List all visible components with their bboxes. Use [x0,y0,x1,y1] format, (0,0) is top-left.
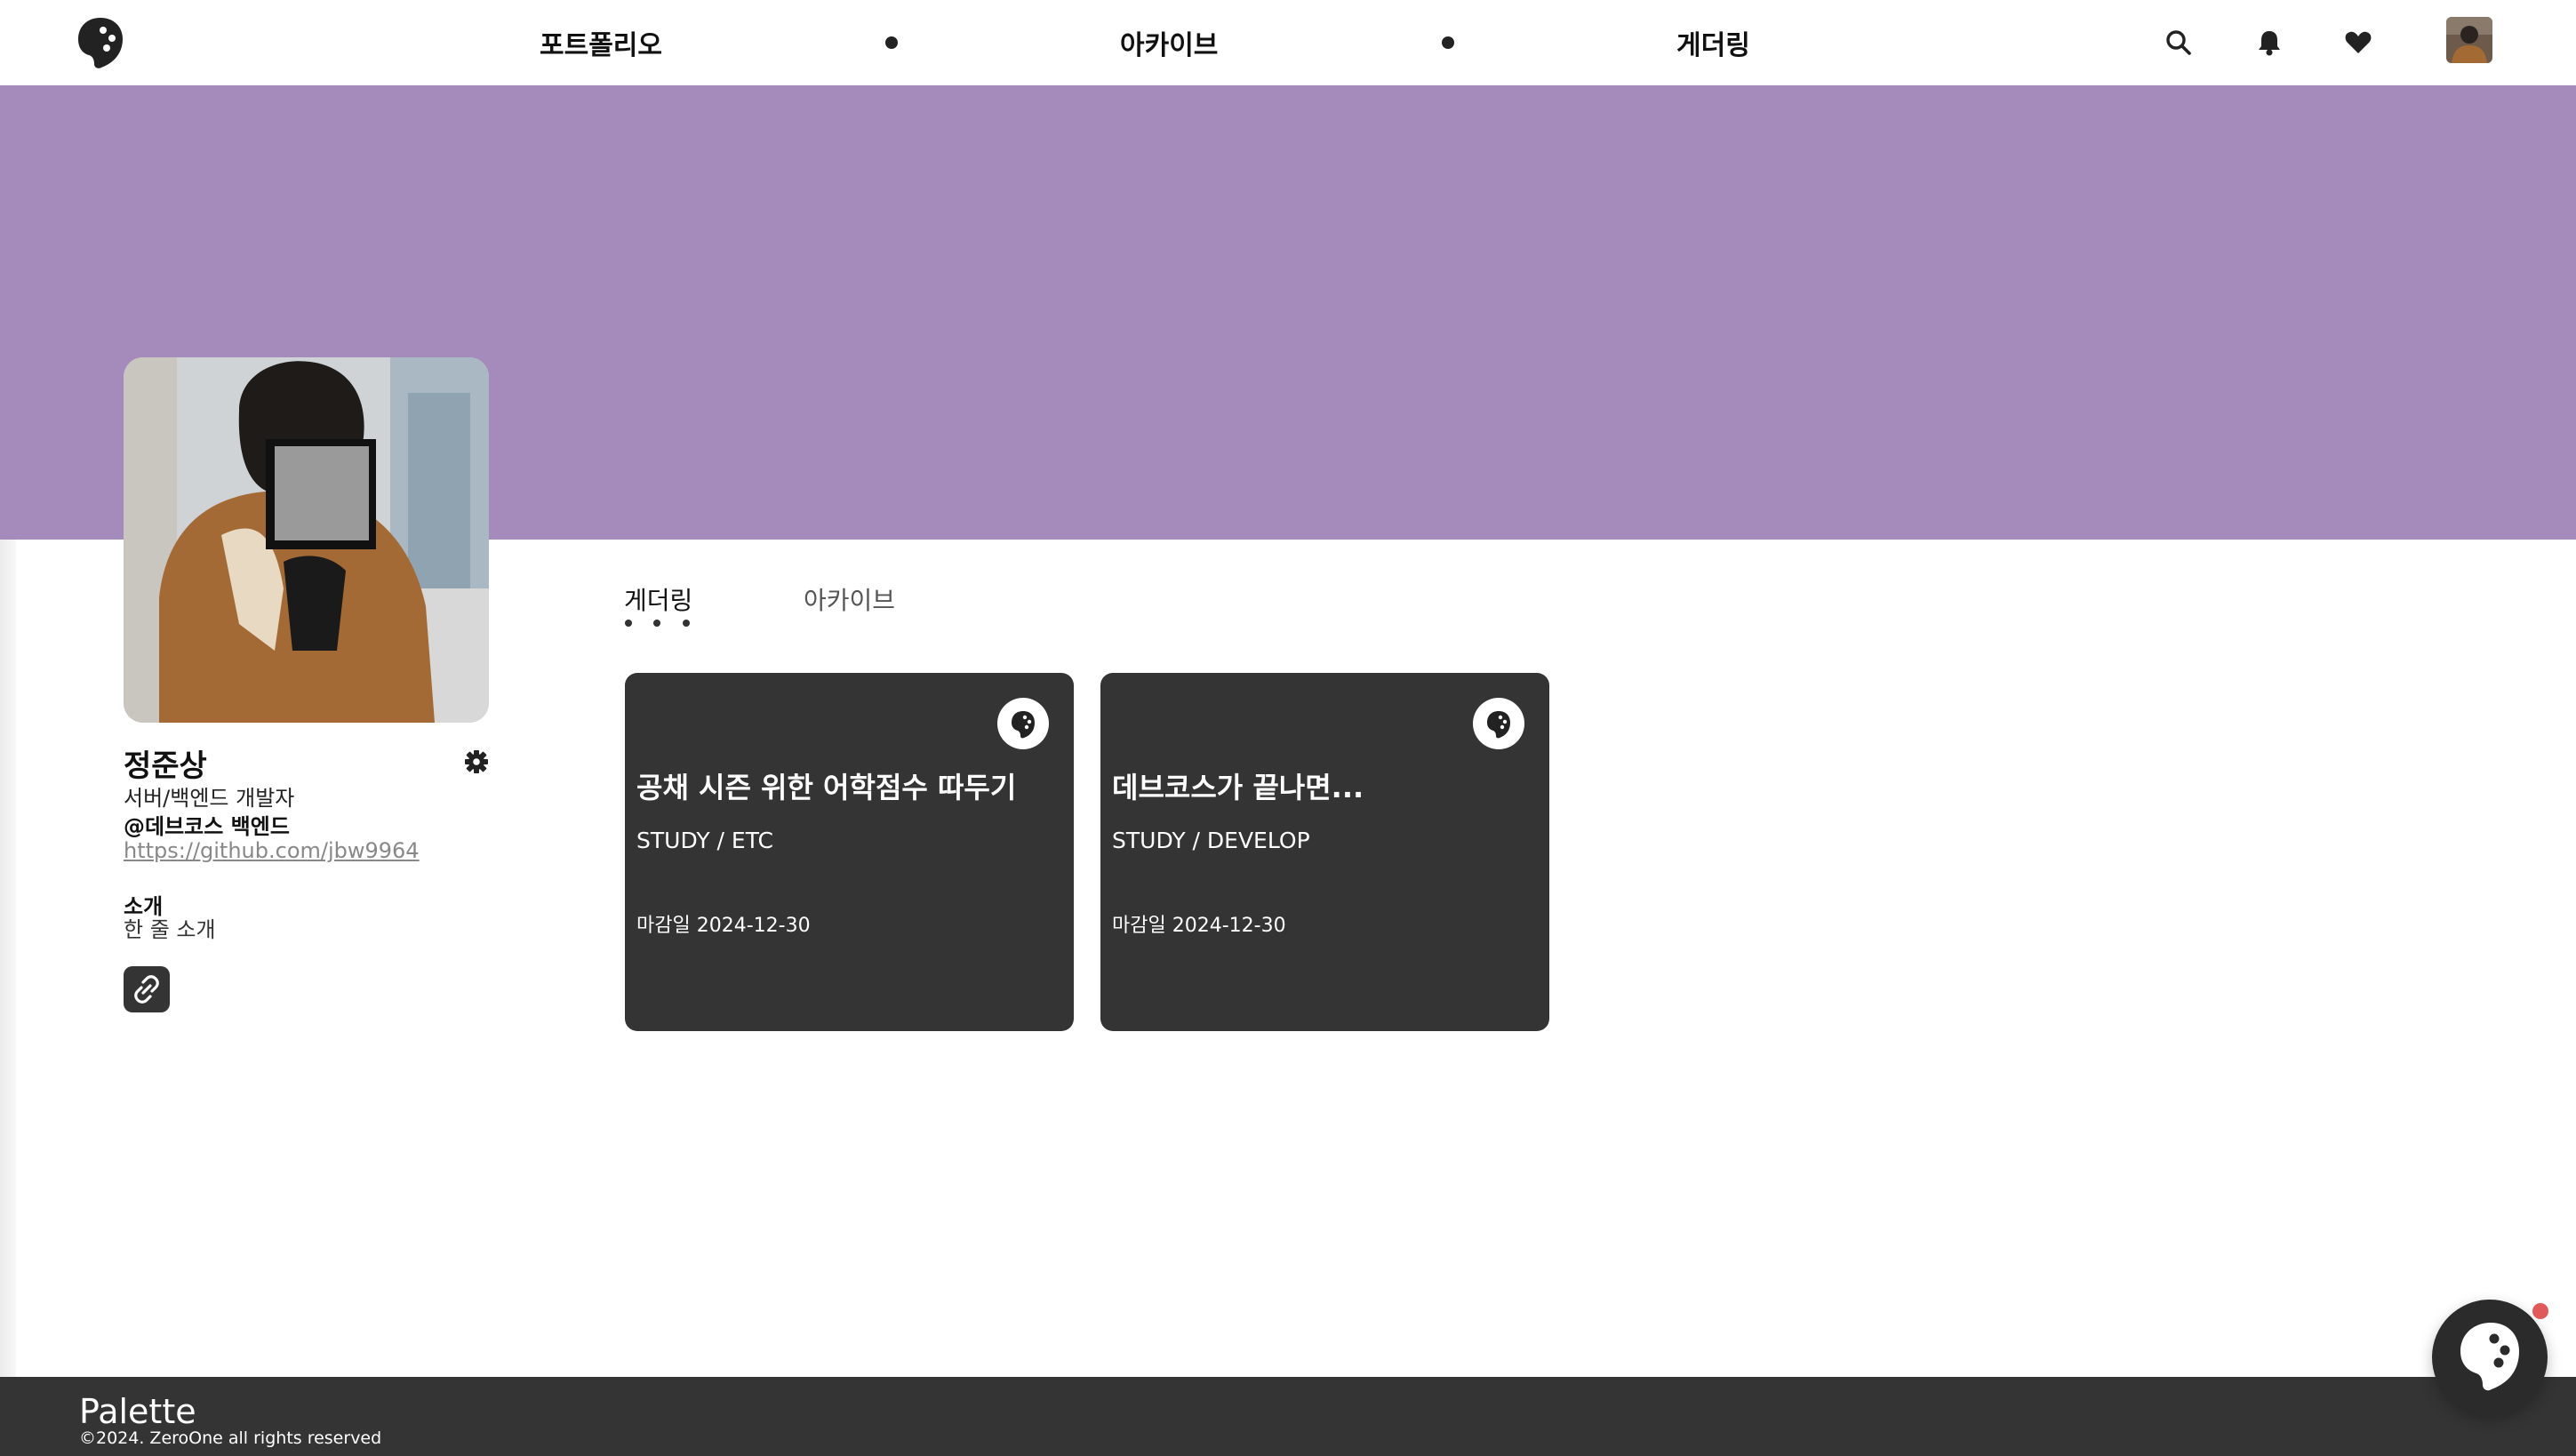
tab-gathering[interactable]: 게더링 [624,581,692,617]
card-logo-badge [1473,698,1524,749]
nav-gathering[interactable]: 게더링 [1676,23,1750,62]
footer-copyright: ©2024. ZeroOne all rights reserved [79,1428,382,1448]
gathering-card[interactable]: 데브코스가 끝나면... STUDY / DEVELOP 마감일 2024-12… [1100,673,1549,1031]
external-link-button[interactable] [124,966,170,1012]
link-icon [134,975,159,1004]
intro-text: 한 줄 소개 [124,917,216,942]
active-tab-indicator-dot [683,620,690,627]
palette-chat-icon [2460,1323,2519,1391]
card-category: STUDY / ETC [636,828,773,853]
card-logo-badge [997,698,1049,749]
user-avatar[interactable] [2446,17,2492,63]
heart-icon[interactable] [2342,27,2374,59]
gathering-card[interactable]: 공채 시즌 위한 어학점수 따두기 STUDY / ETC 마감일 2024-1… [625,673,1074,1031]
palette-logo-icon [1487,711,1510,739]
footer-brand: Palette [79,1392,196,1431]
nav-separator-dot [1442,36,1454,49]
card-title: 공채 시즌 위한 어학점수 따두기 [636,771,1017,804]
footer [0,1377,2576,1456]
nav-portfolio[interactable]: 포트폴리오 [540,23,662,62]
profile-photo [124,357,489,723]
top-navigation-bar: 포트폴리오 아카이브 게더링 [0,0,2576,85]
gear-icon[interactable] [463,748,490,775]
bell-icon[interactable] [2253,27,2285,59]
notification-dot [2532,1303,2548,1319]
card-deadline: 마감일 2024-12-30 [1112,915,1286,937]
active-tab-indicator-dot [653,620,660,627]
nav-separator-dot [885,36,898,49]
chat-button[interactable] [2432,1300,2548,1415]
profile-github-link[interactable]: https://github.com/jbw9964 [124,838,420,863]
card-deadline: 마감일 2024-12-30 [636,915,811,937]
active-tab-indicator-dot [625,620,632,627]
nav-archive[interactable]: 아카이브 [1120,23,1218,62]
tab-archive[interactable]: 아카이브 [804,581,895,617]
palette-logo-icon[interactable] [76,16,124,69]
search-icon[interactable] [2163,27,2195,59]
palette-logo-icon [1012,711,1035,739]
profile-organization: @데브코스 백엔드 [124,814,290,839]
card-title: 데브코스가 끝나면... [1112,771,1364,804]
card-category: STUDY / DEVELOP [1112,828,1310,853]
profile-role: 서버/백엔드 개발자 [124,786,295,811]
profile-name: 정준상 [124,748,207,784]
